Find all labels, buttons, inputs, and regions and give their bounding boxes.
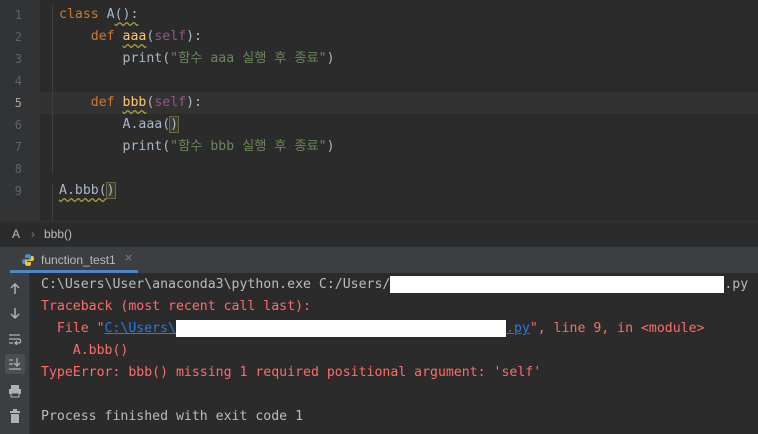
file-prefix: File ": [41, 321, 105, 336]
file-suffix: ", line 9, in <module>: [529, 321, 705, 336]
function-name: bbb: [122, 95, 147, 110]
traceback-file-line: File "C:\Users\ .py", line 9, in <module>: [41, 318, 705, 340]
error-message: TypeError: bbb() missing 1 required posi…: [41, 365, 542, 380]
run-console[interactable]: C:\Users\User\anaconda3\python.exe C:/Us…: [30, 273, 758, 434]
code-line-5[interactable]: def bbb(self):: [59, 92, 202, 114]
traceback-header: Traceback (most recent call last):: [41, 299, 311, 314]
redaction-box: [176, 319, 506, 337]
command-text: C:\Users\User\anaconda3\python.exe C:/Us…: [41, 277, 391, 292]
arrow-up-icon[interactable]: [5, 279, 25, 299]
code-line-6[interactable]: A.aaa(): [59, 114, 180, 136]
console-command-line: C:\Users\User\anaconda3\python.exe C:/Us…: [41, 274, 748, 296]
scroll-to-end-icon[interactable]: [5, 354, 25, 374]
arrow-down-icon[interactable]: [5, 303, 25, 323]
line-number: 3: [14, 52, 22, 66]
line-number-gutter: 1 2 3 4 5 6 7 8 9: [0, 0, 40, 221]
print-call: print(: [122, 139, 171, 154]
breadcrumb-method[interactable]: bbb(): [44, 227, 72, 241]
keyword: def: [90, 29, 115, 44]
run-tab-bar: function_test1 ×: [0, 246, 758, 273]
matched-brace: ): [105, 182, 116, 199]
command-ext: .py: [724, 277, 749, 292]
line-number: 8: [14, 162, 22, 176]
self-param: self: [154, 95, 187, 110]
code-editor[interactable]: 1 2 3 4 5 6 7 8 9 class A(): def aaa(sel…: [0, 0, 758, 221]
trash-icon[interactable]: [5, 406, 25, 426]
matched-brace: ): [169, 116, 180, 133]
paren: ): [326, 139, 335, 154]
string-literal: "함수 aaa 실행 후 종료": [170, 51, 327, 66]
run-tab-label: function_test1: [41, 253, 116, 267]
string-literal: "함수 bbb 실행 후 종료": [170, 139, 327, 154]
line-number: 4: [14, 74, 22, 88]
self-param: self: [154, 29, 187, 44]
line-number: 6: [14, 118, 22, 132]
indent-guide: [52, 184, 53, 221]
line-number: 1: [14, 8, 22, 22]
python-icon: [21, 252, 35, 271]
breadcrumb-class[interactable]: A: [12, 227, 20, 241]
print-call: print(: [122, 51, 171, 66]
line-number-current: 5: [14, 96, 22, 110]
line-number: 9: [14, 184, 22, 198]
line-number: 7: [14, 140, 22, 154]
code-line-2[interactable]: def aaa(self):: [59, 26, 202, 48]
class-name: A: [98, 7, 115, 22]
close-icon[interactable]: ×: [124, 251, 133, 264]
code-line-3[interactable]: print("함수 aaa 실행 후 종료"): [59, 48, 335, 70]
traceback-code-line: A.bbb(): [41, 343, 129, 358]
code-line-7[interactable]: print("함수 bbb 실행 후 종료"): [59, 136, 335, 158]
run-tab[interactable]: function_test1 ×: [10, 247, 138, 273]
print-icon[interactable]: [5, 381, 25, 401]
breadcrumb: A › bbb(): [0, 221, 758, 246]
function-name: aaa: [122, 29, 147, 44]
paren: ):: [186, 29, 202, 44]
breadcrumb-separator: ›: [31, 227, 35, 241]
soft-wrap-icon[interactable]: [5, 329, 25, 349]
keyword: class: [59, 7, 99, 22]
file-link-ext[interactable]: .py: [506, 321, 530, 336]
keyword: def: [90, 95, 115, 110]
redaction-box: [390, 275, 725, 293]
exit-message: Process finished with exit code 1: [41, 409, 304, 424]
warning-squiggle: ():: [114, 7, 139, 22]
method-call: A.aaa(: [122, 117, 171, 132]
console-toolbar: [0, 273, 30, 434]
paren: ): [326, 51, 335, 66]
code-line-9[interactable]: A.bbb(): [59, 180, 116, 202]
line-number: 2: [14, 30, 22, 44]
paren: ):: [186, 95, 202, 110]
code-line-1[interactable]: class A():: [59, 4, 138, 26]
indent-guide: [52, 4, 53, 174]
file-link[interactable]: C:\Users\: [105, 321, 176, 336]
method-call: A.bbb(: [59, 183, 107, 198]
